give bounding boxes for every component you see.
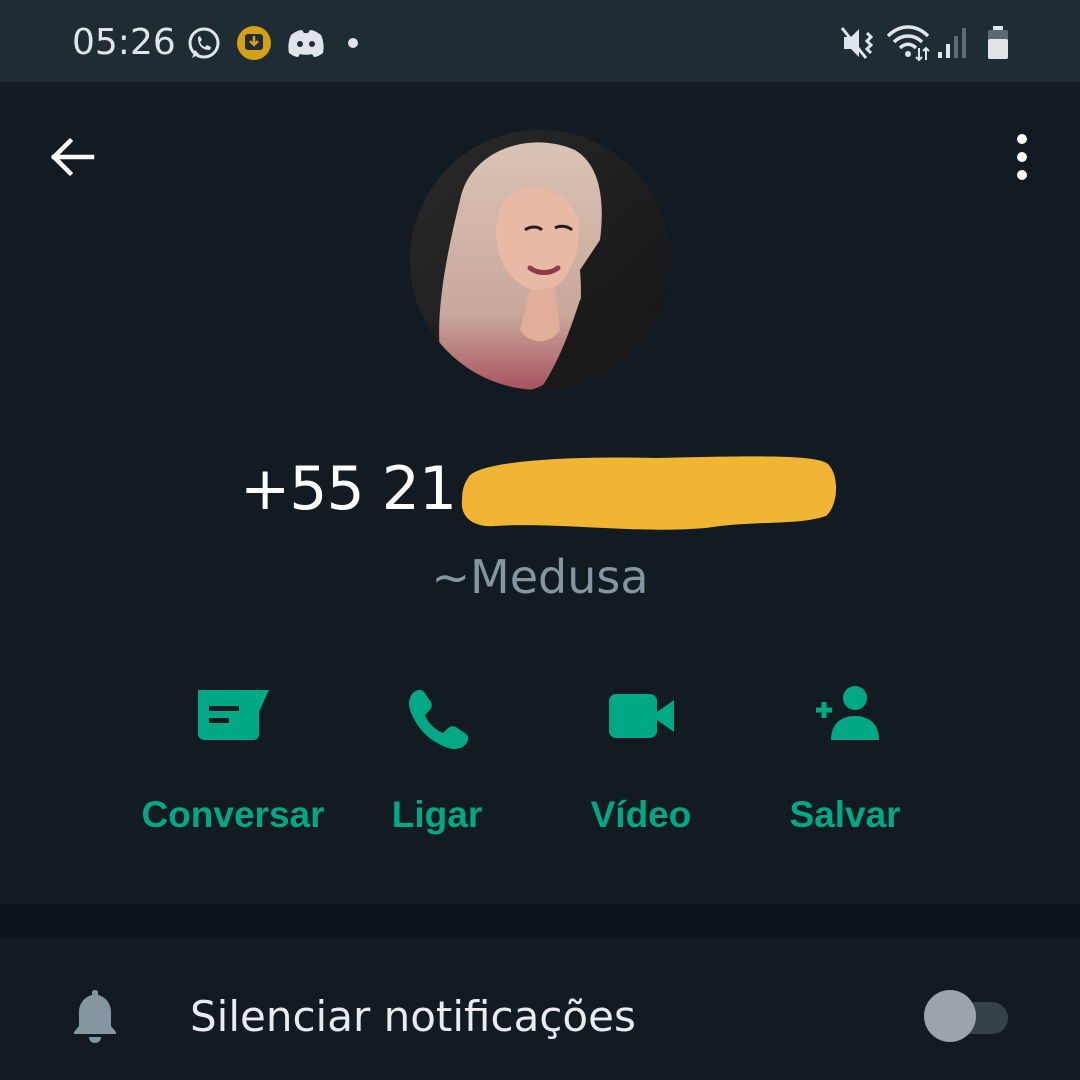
status-bar: 05:26 <box>0 0 1080 82</box>
redaction-mark <box>461 456 837 530</box>
action-ligar[interactable]: Ligar <box>327 682 547 852</box>
dot-icon <box>348 38 358 48</box>
action-label-conversar: Conversar <box>141 794 325 835</box>
profile-header: +55 21 ~Medusa Conversar Ligar Vídeo Sal… <box>0 82 1080 904</box>
status-time: 05:26 <box>72 22 176 63</box>
battery-icon <box>988 26 1008 59</box>
message-icon <box>198 690 269 740</box>
toggle-thumb <box>924 990 976 1042</box>
bell-icon <box>74 990 116 1043</box>
phone-number: +55 21 <box>240 454 457 524</box>
mute-notifications-row[interactable]: Silenciar notificações <box>0 938 1080 1080</box>
download-notification-icon <box>237 26 271 60</box>
action-conversar[interactable]: Conversar <box>123 682 343 852</box>
vibrate-mute-icon <box>840 27 874 59</box>
discord-icon <box>288 30 324 57</box>
mute-notifications-label: Silenciar notificações <box>190 992 636 1041</box>
wifi-icon <box>886 25 930 62</box>
arrow-left-icon[interactable] <box>48 132 98 182</box>
whatsapp-icon <box>188 27 220 59</box>
mute-toggle[interactable] <box>924 990 1010 1042</box>
profile-avatar[interactable] <box>410 130 670 390</box>
action-video[interactable]: Vídeo <box>531 682 751 852</box>
action-salvar[interactable]: Salvar <box>735 682 955 852</box>
action-label-ligar: Ligar <box>391 794 483 835</box>
phone-icon <box>409 689 469 749</box>
action-label-video: Vídeo <box>590 794 692 835</box>
section-divider <box>0 904 1080 938</box>
signal-icon <box>938 28 966 58</box>
video-icon <box>609 694 674 738</box>
action-label-salvar: Salvar <box>789 794 901 835</box>
contact-pushname: ~Medusa <box>431 550 649 604</box>
more-vertical-icon[interactable] <box>1000 132 1044 182</box>
phone-number-row: +55 21 <box>0 444 1080 534</box>
add-contact-icon <box>816 686 879 740</box>
